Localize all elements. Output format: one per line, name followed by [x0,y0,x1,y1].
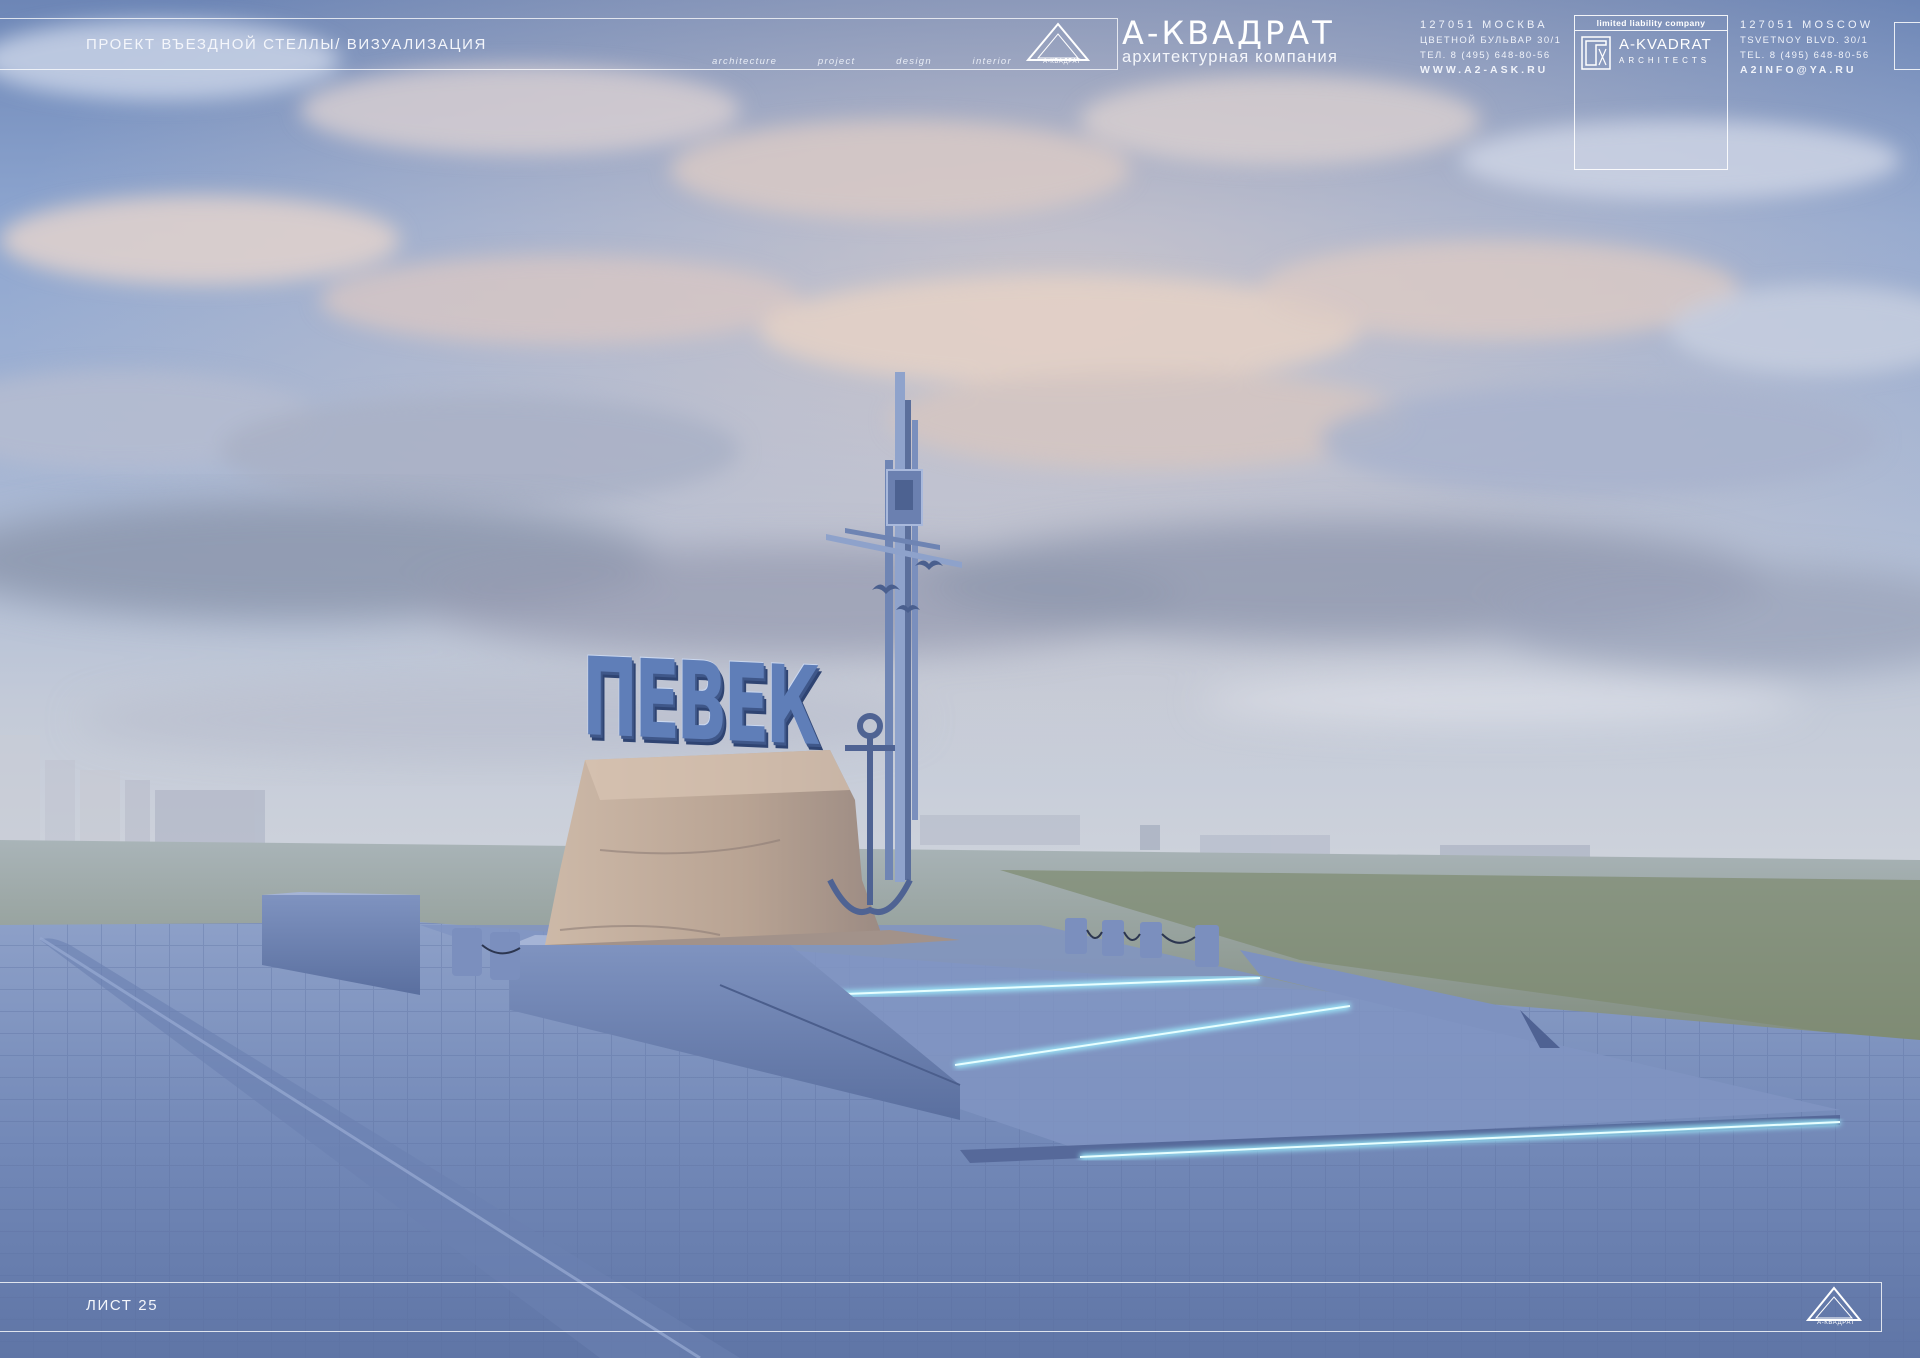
address-ru-street: ЦВЕТНОЙ БУЛЬВАР 30/1 [1420,35,1562,46]
header-right-bracket [1894,22,1920,70]
address-en-city: 127051 MOSCOW [1740,19,1874,31]
tagline-item: project [817,56,856,67]
company-box: limited liability company A-KVADRAT ARCH… [1574,15,1728,170]
address-ru: 127051 МОСКВА ЦВЕТНОЙ БУЛЬВАР 30/1 ТЕЛ. … [1420,18,1561,78]
sheet-label: ЛИСТ 25 [86,1297,159,1314]
brand-name: А-КВАДРАТ [1122,14,1335,52]
visualization-render [0,0,1920,1358]
logo-caption: А-КВАДРАТ [1043,59,1081,65]
footer-frame [0,1282,1882,1332]
stele-lettering: ПЕВЕК [582,635,817,770]
website-link[interactable]: WWW.A2-ASK.RU [1420,63,1561,78]
project-title: ПРОЕКТ ВЪЕЗДНОЙ СТЕЛЛЫ/ ВИЗУАЛИЗАЦИЯ [86,36,487,53]
tagline: architecture project design interior [712,56,1012,67]
address-ru-city: 127051 МОСКВА [1420,19,1548,31]
company-box-heading: limited liability company [1596,18,1706,28]
address-en: 127051 MOSCOW TSVETNOY BLVD. 30/1 TEL. 8… [1740,18,1873,78]
address-ru-phone: ТЕЛ. 8 (495) 648-80-56 [1420,50,1551,61]
address-en-phone: TEL. 8 (495) 648-80-56 [1740,50,1870,61]
brand-subtitle: архитектурная компания [1122,48,1339,66]
tagline-item: architecture [712,56,778,67]
tagline-item: interior [972,56,1012,67]
company-box-name: A-KVADRAT [1619,36,1712,53]
divider [1575,30,1727,31]
a-kvadrat-architects-logo-icon [1581,36,1611,70]
address-en-street: TSVETNOY BLVD. 30/1 [1740,35,1869,46]
company-box-subtitle: ARCHITECTS [1619,56,1711,65]
email-link[interactable]: A2INFO@YA.RU [1740,63,1873,78]
tagline-item: design [896,56,932,67]
footer-logo-caption: А-КВАДРАТ [1817,1320,1855,1326]
